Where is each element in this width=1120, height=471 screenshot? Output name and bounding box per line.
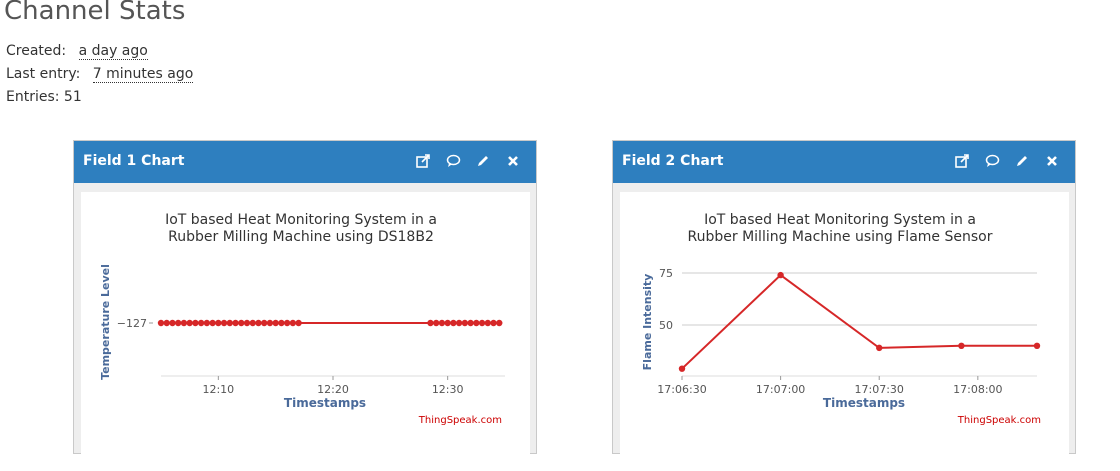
data-point[interactable] [427, 319, 434, 327]
data-point[interactable] [496, 319, 503, 327]
field-1-chart-panel: Field 1 Chart IoT based Heat Monitoring … [73, 140, 537, 455]
field-2-chart-panel: Field 2 Chart IoT based Heat Monitoring … [612, 140, 1076, 455]
close-icon[interactable] [1043, 152, 1061, 170]
data-point[interactable] [180, 319, 188, 327]
external-link-icon[interactable] [414, 152, 432, 170]
thingspeak-credit[interactable]: ThingSpeak.com [957, 415, 1041, 426]
data-point[interactable] [255, 319, 262, 327]
data-point[interactable] [226, 319, 233, 327]
comment-icon[interactable] [444, 152, 462, 170]
data-point[interactable] [232, 319, 239, 327]
data-point[interactable] [289, 319, 297, 327]
data-point[interactable] [266, 319, 274, 327]
field-1-line-chart: IoT based Heat Monitoring System in a Ru… [99, 212, 505, 426]
data-point[interactable] [1033, 342, 1041, 349]
chart-area: IoT based Heat Monitoring System in a Ru… [620, 192, 1069, 455]
data-point[interactable] [243, 319, 251, 327]
chart-area: IoT based Heat Monitoring System in a Ru… [81, 192, 530, 455]
data-point[interactable] [238, 319, 245, 327]
y-tick-label: 75 [659, 267, 673, 280]
panel-header: Field 1 Chart [74, 141, 536, 183]
field-2-line-chart: IoT based Heat Monitoring System in a Ru… [641, 212, 1041, 426]
created-row: Created: a day ago [6, 40, 193, 63]
page-title: Channel Stats [4, 0, 186, 26]
data-point[interactable] [272, 319, 279, 327]
last-entry-row: Last entry: 7 minutes ago [6, 63, 194, 86]
pencil-icon[interactable] [474, 152, 492, 170]
data-point[interactable] [490, 319, 497, 327]
data-point[interactable] [209, 319, 216, 327]
x-tick-label: 17:07:00 [756, 383, 805, 396]
y-tick-label: 50 [659, 319, 673, 332]
data-point[interactable] [192, 319, 199, 327]
data-point[interactable] [261, 319, 268, 327]
data-point[interactable] [186, 319, 193, 327]
pencil-icon[interactable] [1013, 152, 1031, 170]
data-point[interactable] [215, 319, 222, 327]
data-point[interactable] [777, 271, 784, 279]
channel-stats: Created: a day ago Last entry: 7 minutes… [6, 40, 194, 109]
data-point[interactable] [438, 319, 446, 327]
x-tick-label: 12:30 [432, 383, 464, 396]
chart-title-line-1: IoT based Heat Monitoring System in a [704, 212, 976, 228]
data-point[interactable] [283, 319, 291, 327]
x-tick-label: 12:10 [202, 383, 234, 396]
x-tick-label: 17:07:30 [855, 383, 904, 396]
data-point[interactable] [163, 319, 170, 327]
data-point[interactable] [220, 319, 228, 327]
created-value: a day ago [78, 43, 148, 60]
panel-title: Field 1 Chart [83, 153, 185, 169]
x-axis-label: Timestamps [823, 396, 905, 410]
series-line [681, 273, 1037, 370]
data-point[interactable] [197, 319, 205, 327]
created-label: Created: [6, 43, 67, 59]
data-point[interactable] [157, 319, 165, 327]
y-axis-label: Temperature Level [99, 264, 112, 380]
y-axis-label: Flame Intensity [641, 274, 654, 371]
data-point[interactable] [450, 319, 457, 327]
chart-title-line-2: Rubber Milling Machine using DS18B2 [168, 229, 434, 245]
data-point[interactable] [484, 319, 491, 327]
panel-title: Field 2 Chart [622, 153, 724, 169]
last-entry-value: 7 minutes ago [92, 66, 194, 83]
last-entry-label: Last entry: [6, 66, 81, 82]
data-point[interactable] [876, 344, 883, 352]
chart-title-line-2: Rubber Milling Machine using Flame Senso… [688, 229, 993, 245]
close-icon[interactable] [504, 152, 522, 170]
data-point[interactable] [455, 319, 463, 327]
x-axis-label: Timestamps [284, 396, 366, 410]
data-point[interactable] [203, 319, 211, 327]
y-tick-label: −127 [117, 317, 147, 330]
panel-body: IoT based Heat Monitoring System in a Ru… [74, 183, 536, 455]
data-point[interactable] [175, 319, 182, 327]
data-point[interactable] [169, 319, 176, 327]
x-tick-label: 17:06:30 [657, 383, 706, 396]
panel-header: Field 2 Chart [613, 141, 1075, 183]
data-point[interactable] [295, 319, 302, 327]
data-point[interactable] [478, 319, 486, 327]
x-tick-label: 12:20 [317, 383, 349, 396]
panel-actions [953, 152, 1061, 170]
data-point[interactable] [958, 342, 965, 349]
data-point[interactable] [433, 319, 440, 327]
thingspeak-credit[interactable]: ThingSpeak.com [418, 415, 502, 426]
data-point[interactable] [461, 319, 469, 327]
data-point[interactable] [473, 319, 480, 327]
panel-actions [414, 152, 522, 170]
data-point[interactable] [249, 319, 256, 327]
data-point[interactable] [467, 319, 474, 327]
chart-title-line-1: IoT based Heat Monitoring System in a [165, 212, 437, 228]
data-point[interactable] [678, 365, 686, 372]
x-tick-label: 17:08:00 [953, 383, 1002, 396]
data-point[interactable] [278, 319, 285, 327]
entries-count: Entries: 51 [6, 89, 82, 105]
external-link-icon[interactable] [953, 152, 971, 170]
panel-body: IoT based Heat Monitoring System in a Ru… [613, 183, 1075, 455]
data-point[interactable] [444, 319, 451, 327]
comment-icon[interactable] [983, 152, 1001, 170]
